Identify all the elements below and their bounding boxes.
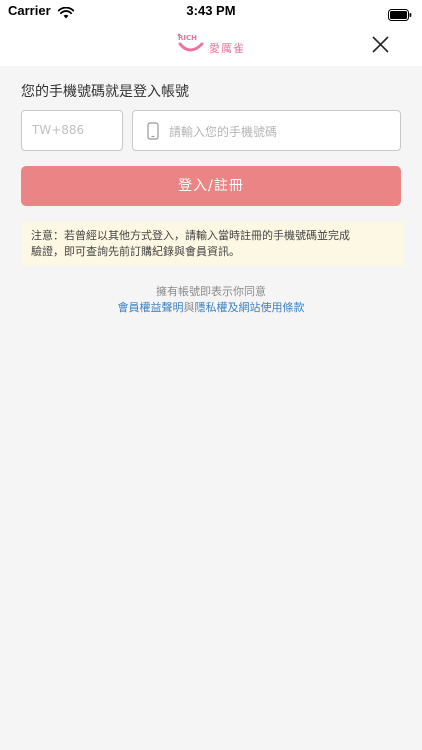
terms-intro: 擁有帳號即表示你同意: [156, 285, 266, 298]
close-button[interactable]: [366, 30, 396, 60]
rich-logo-icon: RICH: [177, 33, 204, 52]
clock: 3:43 PM: [186, 3, 236, 18]
terms-conjunction: 與: [183, 301, 195, 314]
privacy-terms-link[interactable]: 隱私權及網站使用條款: [195, 301, 305, 314]
svg-text:RICH: RICH: [178, 34, 197, 42]
notice-line-1: 注意：若曾經以其他方式登入，請輸入當時註冊的手機號碼並完成: [31, 229, 350, 242]
brand-logo: RICH 愛厲雀: [176, 32, 256, 58]
login-prompt: 您的手機號碼就是登入帳號: [21, 84, 189, 100]
battery-icon: [388, 6, 412, 25]
terms-links: 會員權益聲明與隱私權及網站使用條款: [0, 299, 422, 315]
notice-box: 注意：若曾經以其他方式登入，請輸入當時註冊的手機號碼並完成 驗證，即可查詢先前訂…: [21, 222, 404, 266]
country-code-value: TW+886: [32, 123, 85, 137]
close-icon: [372, 36, 389, 53]
member-rights-link[interactable]: 會員權益聲明: [118, 301, 184, 314]
country-code-selector[interactable]: TW+886: [21, 110, 123, 151]
header-bar: RICH 愛厲雀: [0, 24, 422, 66]
notice-line-2: 驗證，即可查詢先前訂購紀錄與會員資訊。: [31, 245, 240, 258]
phone-number-input[interactable]: 請輸入您的手機號碼: [132, 110, 401, 151]
login-register-button[interactable]: 登入/註冊: [21, 166, 401, 206]
phone-input-placeholder: 請輸入您的手機號碼: [169, 125, 278, 139]
brand-name: 愛厲雀: [209, 42, 245, 55]
phone-icon: [147, 122, 159, 144]
status-bar: Carrier 3:43 PM: [0, 0, 422, 24]
